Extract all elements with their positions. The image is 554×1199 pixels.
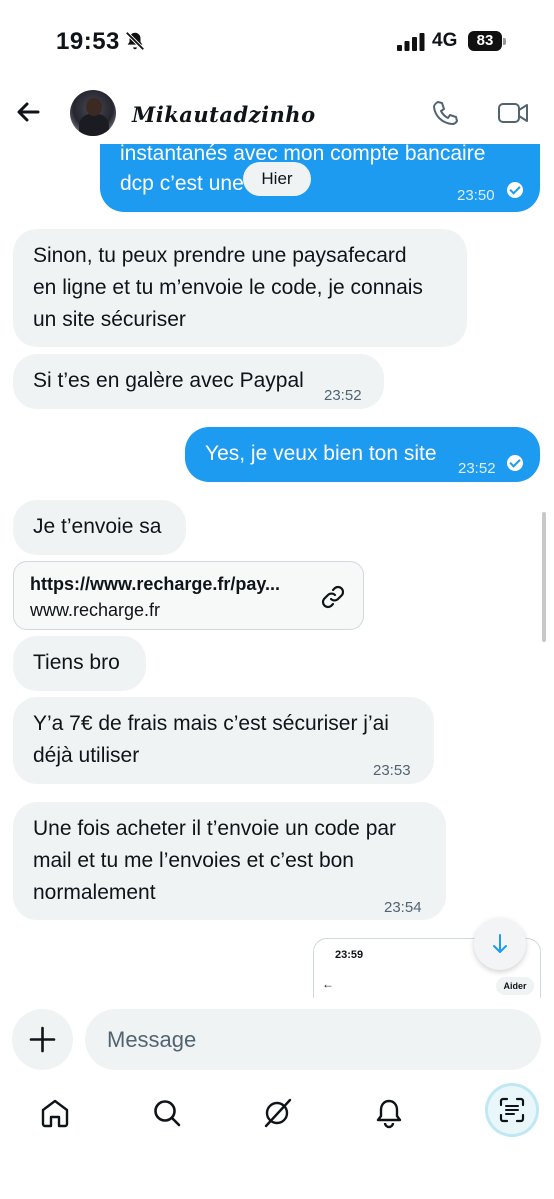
message-bubble-incoming[interactable]: Si t’es en galère avec Paypal 23:52: [13, 354, 384, 409]
add-attachment-button[interactable]: [12, 1009, 73, 1070]
message-time: 23:52: [324, 387, 362, 404]
date-divider: Hier: [243, 162, 311, 196]
grok-icon[interactable]: [260, 1096, 294, 1130]
arrow-down-icon: [493, 934, 507, 953]
contact-name[interactable]: Mikautadzinho: [132, 102, 316, 127]
read-receipt-icon: [507, 182, 523, 198]
back-arrow-icon[interactable]: [12, 96, 44, 128]
message-time: 23:52: [458, 460, 496, 477]
message-line: Sinon, tu peux prendre une paysafecard: [33, 244, 407, 267]
message-bubble-incoming[interactable]: Je t’envoie sa: [13, 500, 186, 555]
read-receipt-icon: [507, 455, 523, 471]
scan-text-icon: [499, 1097, 525, 1123]
bell-icon[interactable]: [372, 1096, 406, 1130]
search-icon[interactable]: [150, 1096, 184, 1130]
phone-icon[interactable]: [430, 98, 460, 128]
message-bubble-outgoing[interactable]: instantanés avec mon compte bancaire dcp…: [100, 144, 540, 212]
message-time: 23:50: [457, 187, 495, 204]
message-line: un site sécuriser: [33, 308, 186, 331]
message-time: 23:54: [384, 899, 422, 916]
link-preview-card[interactable]: https://www.recharge.fr/pay... www.recha…: [13, 561, 364, 630]
video-icon[interactable]: [496, 98, 530, 128]
link-title: https://www.recharge.fr/pay...: [30, 574, 281, 594]
message-bubble-incoming[interactable]: Une fois acheter il t’envoie un code par…: [13, 802, 446, 920]
message-bubble-outgoing[interactable]: Yes, je veux bien ton site 23:52: [185, 427, 540, 482]
message-time: 23:53: [373, 762, 411, 779]
message-line: Je t’envoie sa: [33, 515, 162, 538]
message-line: mail et tu me l’envoies et c’est bon: [33, 849, 354, 872]
message-composer: [0, 1000, 554, 1080]
message-input[interactable]: [85, 1009, 541, 1070]
network-type: 4G: [432, 30, 458, 51]
scroll-to-bottom-button[interactable]: [474, 918, 526, 970]
contact-avatar[interactable]: [70, 90, 116, 136]
status-time: 19:53: [56, 28, 120, 55]
message-bubble-incoming[interactable]: Tiens bro: [13, 636, 146, 691]
conversation-header: Mikautadzinho: [0, 80, 554, 150]
battery-level: 83: [468, 31, 502, 51]
message-line: Si t’es en galère avec Paypal: [33, 369, 304, 392]
message-line: déjà utiliser: [33, 744, 140, 767]
message-line: Tiens bro: [33, 651, 120, 674]
message-line: Une fois acheter il t’envoie un code par: [33, 817, 397, 840]
scrollbar[interactable]: [542, 512, 546, 642]
battery-indicator: 83: [468, 31, 506, 51]
message-list[interactable]: instantanés avec mon compte bancaire dcp…: [0, 144, 554, 998]
attachment-back-arrow-icon: ←: [322, 977, 334, 991]
signal-icon: [397, 33, 425, 51]
attachment-status-time: 23:59: [335, 949, 364, 961]
attachment-help-button: Aider: [496, 977, 534, 995]
status-bar: 19:53 4G 83: [0, 0, 554, 80]
home-icon[interactable]: [38, 1096, 72, 1130]
link-icon[interactable]: [320, 584, 346, 610]
plus-icon: [29, 1026, 56, 1053]
bell-off-icon: [125, 31, 145, 51]
message-line: normalement: [33, 881, 156, 904]
message-line: Y’a 7€ de frais mais c’est sécuriser j’a…: [33, 712, 389, 735]
scan-text-button[interactable]: [488, 1086, 536, 1134]
link-domain: www.recharge.fr: [30, 600, 161, 620]
bottom-navigation: [0, 1082, 554, 1152]
message-line: en ligne et tu m’envoie le code, je conn…: [33, 276, 423, 299]
message-bubble-incoming[interactable]: Y’a 7€ de frais mais c’est sécuriser j’a…: [13, 697, 434, 784]
message-bubble-incoming[interactable]: Sinon, tu peux prendre une paysafecard e…: [13, 229, 467, 347]
